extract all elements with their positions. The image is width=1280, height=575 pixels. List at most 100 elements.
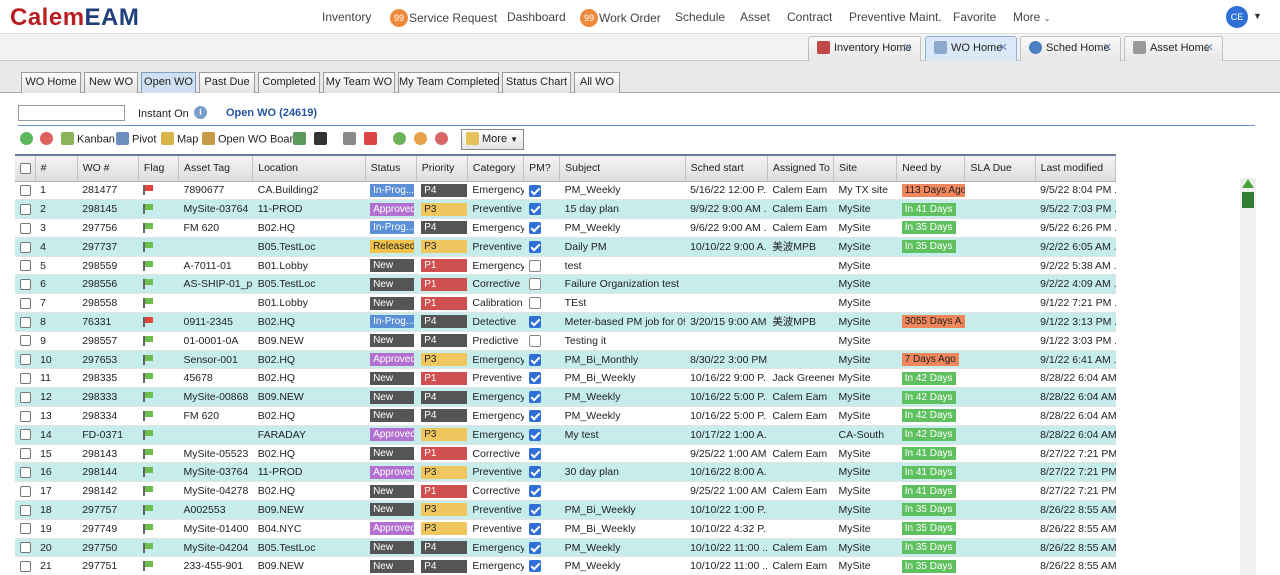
pm-checkbox[interactable]	[528, 541, 541, 554]
tab-completed[interactable]: Completed	[258, 72, 320, 93]
tab-status-chart[interactable]: Status Chart	[502, 72, 571, 93]
checkbox[interactable]	[20, 373, 31, 385]
pm-checkbox[interactable]	[528, 504, 541, 517]
row-select[interactable]	[15, 387, 36, 408]
pm-checkbox[interactable]	[528, 391, 541, 404]
checkbox[interactable]	[20, 391, 31, 403]
col-header-row-number[interactable]: #	[35, 154, 78, 182]
info-icon[interactable]: i	[194, 106, 207, 119]
vertical-scrollbar[interactable]	[1240, 178, 1256, 575]
scroll-thumb[interactable]	[1242, 192, 1254, 208]
table-row[interactable]: 2 298145 MySite-03764 11-PROD Approved P3 Prev…	[15, 199, 1116, 220]
col-header-flag[interactable]: Flag	[138, 154, 180, 182]
col-header-sched-start[interactable]: Sched start	[685, 154, 768, 182]
pm-checkbox[interactable]	[528, 184, 541, 197]
close-icon[interactable]: ✕	[999, 37, 1008, 60]
nav-preventive-maint[interactable]: Preventive Maint.	[849, 10, 942, 24]
table-row[interactable]: 19 297749 MySite-01400 B04.NYC Approved P3 Pre…	[15, 519, 1116, 539]
map-button[interactable]: Map	[161, 132, 198, 146]
pm-checkbox[interactable]	[528, 410, 541, 423]
table-row[interactable]: 5 298559 A-7011-01 B01.Lobby New P1 Emergency t…	[15, 256, 1116, 276]
pm-checkbox[interactable]	[528, 316, 541, 329]
close-icon[interactable]: ✕	[1103, 37, 1112, 60]
home-tab-sched[interactable]: Sched Home ✕	[1020, 36, 1121, 61]
tab-past-due[interactable]: Past Due	[199, 72, 255, 93]
pdf-button[interactable]	[364, 132, 380, 146]
pm-checkbox[interactable]	[528, 428, 541, 441]
tab-open-wo[interactable]: Open WO	[141, 72, 196, 93]
pm-checkbox[interactable]	[528, 203, 541, 216]
table-row[interactable]: 1 281477 7890677 CA.Building2 In-Prog... P4 Em…	[15, 181, 1116, 201]
checkbox[interactable]	[20, 241, 31, 253]
col-header-priority[interactable]: Priority	[416, 154, 468, 182]
table-row[interactable]: 3 297756 FM 620 B02.HQ In-Prog... P4 Emergency…	[15, 218, 1116, 238]
row-select[interactable]	[15, 500, 36, 520]
col-header-need-by[interactable]: Need by	[896, 154, 966, 182]
nav-schedule[interactable]: Schedule	[675, 10, 725, 24]
table-row[interactable]: 7 298558 B01.Lobby New P1 Calibration TEst MySi…	[15, 293, 1116, 314]
table-row[interactable]: 10 297653 Sensor-001 B02.HQ Approved P3 Emerge…	[15, 350, 1116, 370]
tab-all-wo[interactable]: All WO	[574, 72, 620, 93]
pm-checkbox[interactable]	[528, 466, 541, 479]
row-select[interactable]	[15, 331, 36, 351]
pm-checkbox[interactable]	[528, 334, 541, 347]
add-button[interactable]	[20, 132, 36, 146]
home-tab-asset[interactable]: Asset Home ✕	[1124, 36, 1223, 61]
table-row[interactable]: 11 298335 45678 B02.HQ New P1 Preventive PM_Bi_…	[15, 368, 1116, 389]
pm-checkbox[interactable]	[528, 372, 541, 385]
checkbox[interactable]	[20, 485, 31, 497]
pm-checkbox[interactable]	[528, 278, 541, 291]
table-row[interactable]: 8 76331 0911-2345 B02.HQ In-Prog... P4 Detecti…	[15, 312, 1116, 332]
checkbox[interactable]	[20, 523, 31, 535]
user-avatar[interactable]: CE	[1226, 6, 1248, 28]
pivot-button[interactable]: Pivot	[116, 132, 156, 146]
checkbox[interactable]	[20, 297, 31, 309]
checkbox[interactable]	[20, 467, 31, 479]
row-select[interactable]	[15, 256, 36, 276]
nav-contract[interactable]: Contract	[787, 10, 832, 24]
row-select[interactable]	[15, 406, 36, 426]
row-select[interactable]	[15, 444, 36, 464]
col-header-location[interactable]: Location	[252, 154, 366, 182]
nav-service-request[interactable]: 99 Service Request	[390, 9, 497, 28]
table-row[interactable]: 15 298143 MySite-05523 B02.HQ New P1 Correctiv…	[15, 444, 1116, 464]
checkbox[interactable]	[20, 448, 31, 460]
table-row[interactable]: 17 298142 MySite-04278 B02.HQ New P1 Correctiv…	[15, 481, 1116, 502]
nav-inventory[interactable]: Inventory	[322, 10, 371, 24]
caret-down-icon[interactable]: ▼	[1253, 11, 1262, 21]
pm-checkbox[interactable]	[528, 447, 541, 460]
col-header-pm[interactable]: PM?	[523, 154, 561, 182]
checkbox[interactable]	[20, 429, 31, 441]
nav-dashboard[interactable]: Dashboard	[507, 10, 566, 24]
table-row[interactable]: 13 298334 FM 620 B02.HQ New P4 Emergency PM_Wee…	[15, 406, 1116, 426]
pm-checkbox[interactable]	[528, 297, 541, 310]
table-row[interactable]: 16 298144 MySite-03764 11-PROD Approved P3 Pre…	[15, 462, 1116, 483]
table-row[interactable]: 21 297751 233-455-901 B09.NEW New P4 Emergency…	[15, 556, 1116, 575]
col-header-asset-tag[interactable]: Asset Tag	[178, 154, 254, 182]
nav-favorite[interactable]: Favorite	[953, 10, 996, 24]
print-button[interactable]	[343, 132, 359, 146]
table-row[interactable]: 18 297757 A002553 B09.NEW New P3 Preventive PM_…	[15, 500, 1116, 520]
more-menu-button[interactable]: More ▼	[461, 129, 524, 150]
table-row[interactable]: 9 298557 01-0001-0A B09.NEW New P4 Predictive T…	[15, 331, 1116, 351]
row-select[interactable]	[15, 293, 36, 314]
home-tab-inventory[interactable]: Inventory Home ✕	[808, 36, 921, 61]
checkbox[interactable]	[20, 203, 31, 215]
tab-my-team-completed[interactable]: My Team Completed	[398, 72, 500, 93]
checkbox[interactable]	[20, 504, 31, 516]
row-select[interactable]	[15, 312, 36, 332]
nav-work-order[interactable]: 99 Work Order	[580, 9, 661, 28]
row-select[interactable]	[15, 199, 36, 220]
checkbox[interactable]	[20, 222, 31, 234]
row-select[interactable]	[15, 481, 36, 502]
checkbox[interactable]	[20, 335, 31, 347]
checkbox[interactable]	[20, 260, 31, 272]
checkbox[interactable]	[20, 354, 31, 366]
col-header-wo-number[interactable]: WO #	[77, 154, 139, 182]
checkbox[interactable]	[20, 542, 31, 554]
zoom-in-button[interactable]	[393, 132, 409, 146]
checkbox[interactable]	[20, 279, 31, 291]
col-header-category[interactable]: Category	[467, 154, 525, 182]
checkbox[interactable]	[20, 410, 31, 422]
tab-wo-home[interactable]: WO Home	[21, 72, 81, 93]
